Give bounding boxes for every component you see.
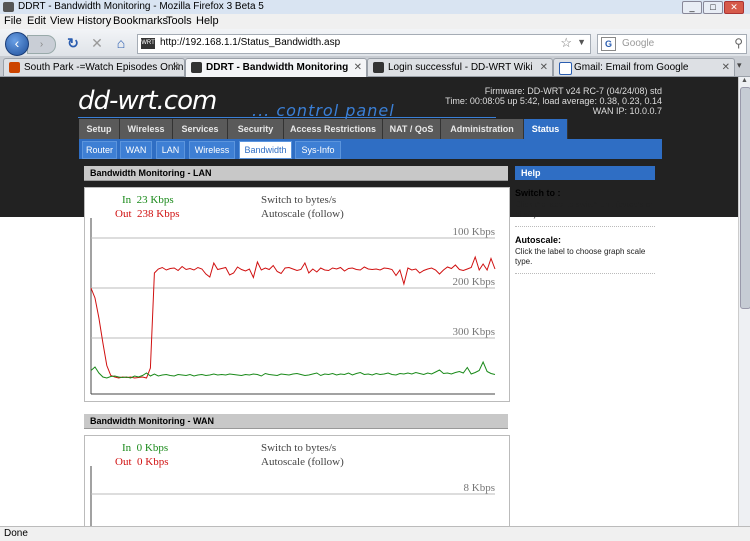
close-tab-icon[interactable]: ✕ (722, 59, 730, 76)
menu-edit[interactable]: Edit (27, 15, 46, 27)
status-bar: Done (0, 526, 750, 541)
firmware-info: Firmware: DD-WRT v24 RC-7 (04/24/08) std… (362, 86, 662, 116)
search-engine-icon[interactable]: G (601, 37, 616, 51)
tab-ddrt[interactable]: DDRT - Bandwidth Monitoring ✕ (185, 58, 367, 77)
subtab-router[interactable]: Router (82, 141, 117, 159)
url-dropdown-icon[interactable]: ▼ (577, 37, 586, 47)
ddwrt-favicon-icon (373, 62, 384, 73)
lan-grid-label: 100 Kbps (453, 226, 495, 238)
bookmark-star-icon[interactable]: ☆ (560, 35, 572, 51)
lan-chart-svg: 300 Kbps 200 Kbps 100 Kbps (90, 218, 496, 395)
page-viewport: dd-wrt.com ... control panel Firmware: D… (0, 77, 738, 526)
tab-label: Gmail: Email from Google (574, 62, 689, 73)
lan-grid-label: 200 Kbps (453, 276, 495, 288)
tab-security[interactable]: Security (228, 119, 284, 139)
status-text: Done (4, 528, 28, 539)
home-icon[interactable]: ⌂ (112, 35, 130, 52)
lan-series-out (90, 255, 496, 379)
menu-help[interactable]: Help (196, 15, 219, 27)
tab-list-icon[interactable]: ▾ (737, 60, 742, 71)
wan-chart-svg: 8 Kbps (90, 466, 495, 526)
menu-bar: File Edit View History Bookmarks Tools H… (0, 14, 750, 29)
tab-label: DDRT - Bandwidth Monitoring (206, 62, 349, 73)
help-switch-text: Click the label to switch unit (bytes/s … (515, 200, 653, 219)
southpark-favicon-icon (9, 62, 20, 73)
lan-grid-label: 300 Kbps (453, 326, 495, 338)
back-button[interactable]: ‹ (5, 32, 29, 56)
menu-history[interactable]: History (77, 15, 111, 27)
tab-southpark[interactable]: South Park -=Watch Episodes Onlin... ✕ (3, 58, 185, 76)
close-tab-icon[interactable]: ✕ (540, 59, 548, 76)
close-tab-icon[interactable]: ✕ (172, 59, 180, 76)
search-bar[interactable]: G Google ⚲ (597, 34, 747, 54)
uptime: Time: 00:08:05 up 5:42, load average: 0.… (445, 96, 662, 106)
scroll-up-icon[interactable]: ▲ (741, 77, 748, 84)
reload-icon[interactable]: ↻ (64, 35, 82, 52)
subtab-lan[interactable]: LAN (156, 141, 185, 159)
firmware-version: Firmware: DD-WRT v24 RC-7 (04/24/08) std (484, 86, 662, 96)
subtab-bandwidth[interactable]: Bandwidth (239, 141, 292, 159)
help-header: Help (515, 166, 655, 180)
help-switch-heading: Switch to : (515, 188, 561, 198)
window-title-bar: DDRT - Bandwidth Monitoring - Mozilla Fi… (0, 0, 750, 15)
tab-label: South Park -=Watch Episodes Onlin... (24, 62, 185, 73)
site-favicon-icon: WRT (141, 38, 155, 49)
ddwrt-logo: dd-wrt.com (78, 86, 217, 116)
menu-tools[interactable]: Tools (166, 15, 192, 27)
minimize-button[interactable]: _ (682, 1, 702, 14)
menu-view[interactable]: View (50, 15, 74, 27)
search-icon[interactable]: ⚲ (734, 36, 743, 50)
lan-series-in (90, 360, 496, 379)
close-tab-icon[interactable]: ✕ (354, 59, 362, 76)
wan-ip: WAN IP: 10.0.0.7 (592, 106, 662, 116)
lan-graph: In 23 Kbps Out 238 Kbps Switch to bytes/… (84, 187, 510, 402)
tab-setup[interactable]: Setup (79, 119, 120, 139)
scrollbar-thumb[interactable] (740, 87, 750, 309)
help-autoscale-heading: Autoscale: (515, 235, 562, 245)
logo-underline (78, 117, 496, 118)
close-window-button[interactable]: ✕ (724, 1, 744, 14)
url-text[interactable]: http://192.168.1.1/Status_Bandwidth.asp (160, 37, 340, 48)
stop-icon[interactable]: ✕ (88, 35, 106, 52)
wan-section-title: Bandwidth Monitoring - WAN (84, 414, 508, 429)
firefox-icon (3, 2, 14, 12)
tab-access-restrictions[interactable]: Access Restrictions (284, 119, 383, 139)
help-divider (515, 226, 655, 227)
help-autoscale-text: Click the label to choose graph scale ty… (515, 247, 646, 266)
gmail-favicon-icon (559, 62, 572, 75)
tab-bar: South Park -=Watch Episodes Onlin... ✕ D… (0, 56, 750, 77)
subtab-sys-info[interactable]: Sys-Info (295, 141, 341, 159)
search-placeholder: Google (622, 38, 655, 49)
tab-administration[interactable]: Administration (441, 119, 524, 139)
tab-services[interactable]: Services (173, 119, 228, 139)
tab-nat-qos[interactable]: NAT / QoS (383, 119, 441, 139)
lan-section-title: Bandwidth Monitoring - LAN (84, 166, 508, 181)
forward-button[interactable]: › (27, 35, 56, 54)
tab-label: Login successful - DD-WRT Wiki (388, 62, 533, 73)
subtab-wireless[interactable]: Wireless (189, 141, 235, 159)
help-divider (515, 273, 655, 274)
vertical-scrollbar[interactable]: ▲ (738, 77, 750, 526)
menu-bookmarks[interactable]: Bookmarks (113, 15, 168, 27)
tab-status[interactable]: Status (524, 119, 568, 139)
url-bar[interactable]: WRT http://192.168.1.1/Status_Bandwidth.… (137, 34, 591, 54)
wan-graph: In 0 Kbps Out 0 Kbps Switch to bytes/s A… (84, 435, 510, 526)
sub-tabs: Router WAN LAN Wireless Bandwidth Sys-In… (79, 139, 662, 159)
maximize-button[interactable]: □ (703, 1, 723, 14)
wan-grid-label: 8 Kbps (464, 482, 495, 494)
subtab-wan[interactable]: WAN (120, 141, 152, 159)
menu-file[interactable]: File (4, 15, 22, 27)
tab-wireless[interactable]: Wireless (120, 119, 173, 139)
tab-gmail[interactable]: Gmail: Email from Google ✕ (553, 58, 735, 76)
ddwrt-favicon-icon (191, 62, 202, 73)
navigation-toolbar: › ‹ ↻ ✕ ⌂ WRT http://192.168.1.1/Status_… (0, 29, 750, 57)
window-title: DDRT - Bandwidth Monitoring - Mozilla Fi… (18, 1, 264, 12)
tab-ddwrt-wiki[interactable]: Login successful - DD-WRT Wiki ✕ (367, 58, 553, 76)
